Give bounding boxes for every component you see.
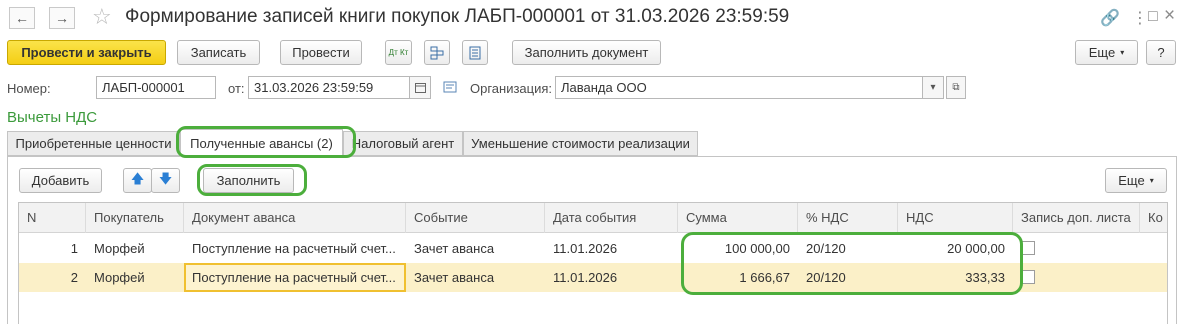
dt-kt-icon: Дт Кт: [388, 47, 409, 57]
forward-button[interactable]: →: [49, 7, 75, 29]
dropdown-arrow-icon: ▾: [930, 82, 936, 93]
fill-button[interactable]: Заполнить: [203, 168, 294, 193]
cell-buyer[interactable]: Морфей: [86, 234, 184, 263]
column-header-event[interactable]: Событие: [406, 203, 545, 233]
cell-date[interactable]: 11.01.2026: [545, 263, 678, 292]
organization-dropdown-button[interactable]: ▾: [922, 76, 944, 99]
number-field[interactable]: ЛАБП-000001: [96, 76, 216, 99]
date-label: от:: [228, 81, 245, 96]
structure-button[interactable]: [424, 40, 450, 65]
calendar-icon: [414, 83, 426, 93]
cell-event[interactable]: Зачет аванса: [406, 263, 545, 292]
column-header-ko[interactable]: Ко: [1140, 203, 1167, 233]
window-title: Формирование записей книги покупок ЛАБП-…: [125, 6, 790, 27]
cell-date[interactable]: 11.01.2026: [545, 234, 678, 263]
date-field[interactable]: 31.03.2026 23:59:59: [248, 76, 410, 99]
advances-table[interactable]: N Покупатель Документ аванса Событие Дат…: [18, 202, 1168, 324]
cell-rate[interactable]: 20/120: [798, 263, 898, 292]
organization-label: Организация:: [470, 81, 553, 96]
column-header-doc[interactable]: Документ аванса: [184, 203, 406, 233]
structure-icon: [430, 46, 444, 59]
column-header-date[interactable]: Дата события: [545, 203, 678, 233]
cell-vat[interactable]: 333,33: [898, 263, 1013, 292]
table-row-selected[interactable]: 2 Морфей Поступление на расчетный счет..…: [19, 263, 1167, 292]
cell-n: 1: [70, 241, 78, 256]
extra-sheet-checkbox[interactable]: [1021, 241, 1035, 255]
link-icon[interactable]: 🔗: [1100, 8, 1120, 28]
tab-acquired-values[interactable]: Приобретенные ценности: [7, 131, 180, 156]
dt-kt-button[interactable]: Дт Кт: [385, 40, 412, 65]
dropdown-arrow-icon: ▾: [1120, 48, 1125, 57]
cell-rate[interactable]: 20/120: [798, 234, 898, 263]
organization-open-button[interactable]: ⧉: [946, 76, 966, 99]
table-more-label: Еще: [1118, 173, 1145, 188]
post-button[interactable]: Провести: [280, 40, 362, 65]
more-button-label: Еще: [1088, 45, 1116, 60]
cell-buyer[interactable]: Морфей: [86, 263, 184, 292]
calendar-button[interactable]: [409, 76, 431, 99]
post-and-close-button[interactable]: Провести и закрыть: [7, 40, 166, 65]
save-button[interactable]: Записать: [177, 40, 260, 65]
table-more-button[interactable]: Еще ▾: [1105, 168, 1167, 193]
column-header-vat[interactable]: НДС: [898, 203, 1013, 233]
table-header: N Покупатель Документ аванса Событие Дат…: [19, 203, 1167, 233]
cell-sum[interactable]: 1 666,67: [678, 263, 798, 292]
cell-event[interactable]: Зачет аванса: [406, 234, 545, 263]
number-label: Номер:: [7, 81, 51, 96]
tab-cost-reduction[interactable]: Уменьшение стоимости реализации: [463, 131, 698, 156]
organization-icon: [443, 80, 457, 97]
cell-n: 2: [70, 270, 78, 285]
column-header-rate[interactable]: % НДС: [798, 203, 898, 233]
column-header-sum[interactable]: Сумма: [678, 203, 798, 233]
more-button[interactable]: Еще ▾: [1075, 40, 1138, 65]
arrow-down-icon: 🡇: [158, 170, 173, 186]
arrow-up-icon: 🡅: [130, 170, 145, 186]
tab-received-advances[interactable]: Полученные авансы (2): [180, 129, 343, 157]
help-button[interactable]: ?: [1146, 40, 1176, 65]
fill-document-button[interactable]: Заполнить документ: [512, 40, 661, 65]
cell-doc-current[interactable]: Поступление на расчетный счет...: [184, 263, 406, 292]
dropdown-arrow-icon: ▾: [1149, 176, 1154, 185]
tab-tax-agent[interactable]: Налоговый агент: [343, 131, 463, 156]
report-button[interactable]: [462, 40, 488, 65]
cell-sum[interactable]: 100 000,00: [678, 234, 798, 263]
cell-doc[interactable]: Поступление на расчетный счет...: [184, 234, 406, 263]
close-icon[interactable]: ×: [1164, 5, 1175, 27]
column-header-buyer[interactable]: Покупатель: [86, 203, 184, 233]
open-icon: ⧉: [952, 82, 960, 93]
back-button[interactable]: ←: [9, 7, 35, 29]
more-menu-icon[interactable]: ⋮: [1132, 8, 1148, 28]
back-arrow-icon: ←: [15, 10, 29, 26]
organization-field[interactable]: Лаванда ООО: [555, 76, 923, 99]
forward-arrow-icon: →: [55, 10, 69, 26]
table-row[interactable]: 1 Морфей Поступление на расчетный счет..…: [19, 234, 1167, 263]
move-up-button[interactable]: 🡅: [123, 168, 152, 193]
add-button[interactable]: Добавить: [19, 168, 102, 193]
cell-vat[interactable]: 20 000,00: [898, 234, 1013, 263]
extra-sheet-checkbox[interactable]: [1021, 270, 1035, 284]
column-header-n[interactable]: N: [19, 203, 86, 233]
column-header-extra-sheet[interactable]: Запись доп. листа: [1013, 203, 1140, 233]
move-down-button[interactable]: 🡇: [151, 168, 180, 193]
favorite-star-icon[interactable]: ☆: [92, 4, 112, 30]
maximize-icon[interactable]: □: [1148, 8, 1158, 26]
report-icon: [469, 46, 481, 59]
section-title: Вычеты НДС: [7, 109, 98, 126]
